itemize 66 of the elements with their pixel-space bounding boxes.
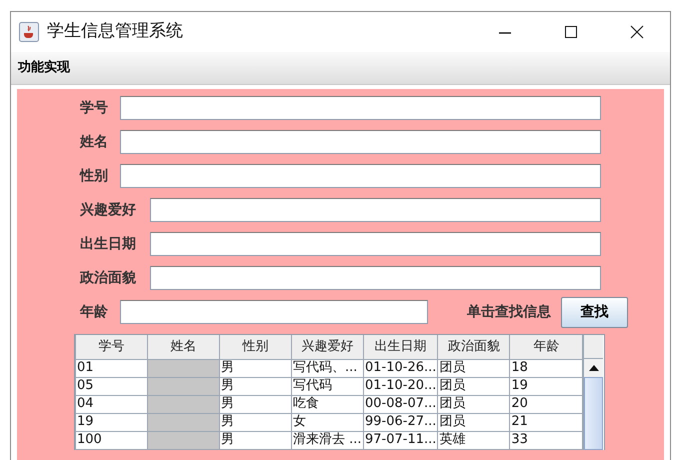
- table-cell: 20: [510, 395, 583, 413]
- blurred-cell: [148, 359, 220, 377]
- column-header[interactable]: 性别: [220, 335, 292, 359]
- table-cell: 团员: [438, 413, 510, 431]
- table-cell: 男: [220, 395, 292, 413]
- table-cell: 团员: [438, 377, 510, 395]
- input-field[interactable]: [120, 300, 428, 324]
- table-cell: 男: [220, 413, 292, 431]
- table-cell: 女: [292, 413, 364, 431]
- field-label: 政治面貌: [80, 269, 137, 288]
- minimize-icon: [498, 32, 512, 34]
- column-header[interactable]: 政治面貌: [438, 335, 510, 359]
- table-cell: 97-07-11...: [364, 431, 438, 449]
- search-hint: 单击查找信息: [467, 303, 551, 322]
- menu-item[interactable]: 功能实现: [11, 52, 77, 84]
- scrollbar-thumb[interactable]: [584, 377, 604, 450]
- field-label: 年龄: [80, 303, 109, 322]
- table-cell: 01-10-26...: [364, 359, 438, 377]
- input-field[interactable]: [120, 96, 601, 120]
- blurred-cell: [148, 395, 220, 413]
- table-cell: 团员: [438, 395, 510, 413]
- input-field[interactable]: [150, 266, 601, 290]
- table-cell: 吃食: [292, 395, 364, 413]
- column-header[interactable]: 姓名: [148, 335, 220, 359]
- table-cell: 05: [76, 377, 148, 395]
- table-cell: 99-06-27...: [364, 413, 438, 431]
- table-cell: 英雄: [438, 431, 510, 449]
- field-label: 出生日期: [80, 235, 137, 254]
- close-icon: [630, 25, 644, 39]
- field-label: 兴趣爱好: [80, 201, 137, 220]
- table-cell: 男: [220, 431, 292, 449]
- column-header[interactable]: 兴趣爱好: [292, 335, 364, 359]
- field-label: 性别: [80, 167, 109, 186]
- scroll-up-button[interactable]: [584, 359, 604, 377]
- table-cell: 00-08-07...: [364, 395, 438, 413]
- column-header[interactable]: 学号: [76, 335, 148, 359]
- search-button[interactable]: 查找: [561, 296, 628, 328]
- table-cell: 01-10-20...: [364, 377, 438, 395]
- input-field[interactable]: [150, 232, 601, 256]
- column-header[interactable]: 年龄: [510, 335, 583, 359]
- table-cell: 滑来滑去 ...: [292, 431, 364, 449]
- maximize-icon: [564, 25, 578, 39]
- table-cell: 写代码: [292, 377, 364, 395]
- table-cell: 19: [510, 377, 583, 395]
- table-cell: 04: [76, 395, 148, 413]
- up-arrow-icon: [588, 365, 599, 371]
- coffee-cup-icon: [19, 22, 39, 42]
- field-label: 姓名: [80, 133, 109, 152]
- blurred-cell: [148, 377, 220, 395]
- table-cell: 21: [510, 413, 583, 431]
- field-label: 学号: [80, 99, 109, 118]
- table-cell: 33: [510, 431, 583, 449]
- column-header[interactable]: 出生日期: [364, 335, 438, 359]
- table-cell: 18: [510, 359, 583, 377]
- table-cell: 01: [76, 359, 148, 377]
- input-field[interactable]: [120, 130, 601, 154]
- table-cell: 19: [76, 413, 148, 431]
- input-field[interactable]: [150, 198, 601, 222]
- table-cell: 男: [220, 377, 292, 395]
- input-field[interactable]: [120, 164, 601, 188]
- table-cell: 团员: [438, 359, 510, 377]
- table-cell: 100: [76, 431, 148, 449]
- blurred-cell: [148, 413, 220, 431]
- table-cell: 男: [220, 359, 292, 377]
- table-cell: 写代码、...: [292, 359, 364, 377]
- window-title: 学生信息管理系统: [47, 20, 184, 44]
